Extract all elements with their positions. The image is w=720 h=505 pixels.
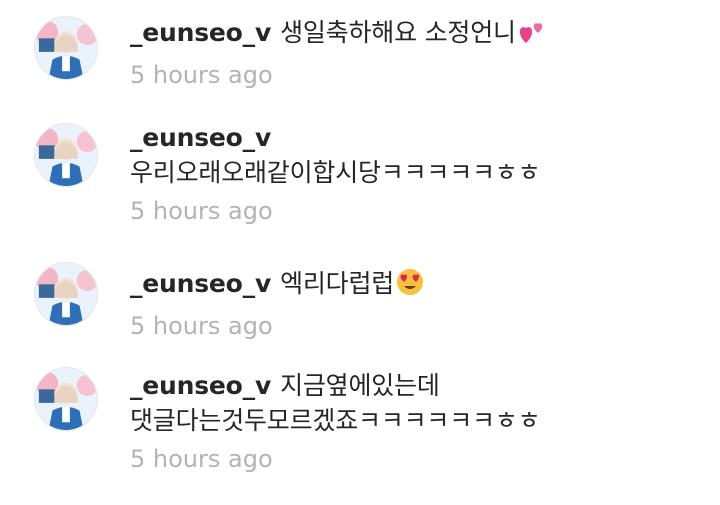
heart-eyes-icon [396, 268, 424, 305]
comment-username[interactable]: _eunseo_v [130, 18, 271, 47]
avatar-image [35, 368, 97, 430]
comment-text: 생일축하해요 소정언니 [280, 18, 516, 47]
comment-username[interactable]: _eunseo_v [130, 123, 271, 152]
comment-username[interactable]: _eunseo_v [130, 371, 271, 400]
comment-timestamp: 5 hours ago [130, 445, 273, 473]
avatar-image [35, 17, 97, 79]
avatar-image [35, 263, 97, 325]
avatar[interactable] [34, 123, 98, 187]
avatar[interactable] [34, 16, 98, 80]
avatar[interactable] [34, 367, 98, 431]
avatar[interactable] [34, 262, 98, 326]
comment-username-line: _eunseo_v [130, 120, 700, 155]
comment-timestamp: 5 hours ago [130, 312, 273, 340]
two-hearts-icon [518, 19, 546, 54]
comment-text: 지금옆에있는데 [280, 371, 440, 400]
comment-username[interactable]: _eunseo_v [130, 269, 271, 298]
comment-text: 엑리다럽럽 [280, 269, 395, 298]
comment-timestamp: 5 hours ago [130, 61, 273, 89]
comment-text-line: _eunseo_v 지금옆에있는데 [130, 368, 700, 403]
avatar-image [35, 124, 97, 186]
comment-text: 우리오래오래같이합시당ㅋㅋㅋㅋㅋㅎㅎ [130, 158, 541, 187]
comment-text-line: _eunseo_v 생일축하해요 소정언니 [130, 15, 700, 54]
comment-text: 댓글다는것두모르겠죠ㅋㅋㅋㅋㅋㅋㅎㅎ [130, 406, 541, 435]
comment-timestamp: 5 hours ago [130, 197, 273, 225]
comment-text-line: _eunseo_v 엑리다럽럽 [130, 266, 700, 305]
